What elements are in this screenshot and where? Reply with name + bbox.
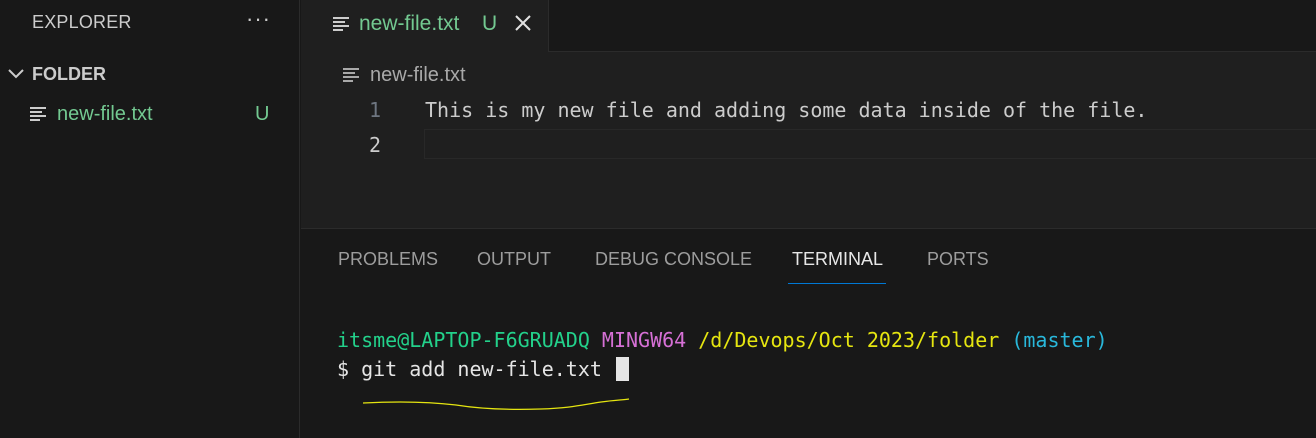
more-actions-button[interactable]: ···: [246, 6, 271, 32]
tab-terminal[interactable]: TERMINAL: [792, 249, 883, 270]
breadcrumb-file: new-file.txt: [370, 64, 466, 86]
active-tab-indicator: [788, 283, 886, 284]
terminal-path: /d/Devops/Oct 2023/folder: [698, 328, 1000, 352]
line-number: 1: [368, 98, 381, 122]
editor-tab[interactable]: new-file.txt U: [301, 0, 549, 52]
text-file-icon: [343, 68, 359, 82]
git-status-badge: U: [255, 103, 270, 125]
close-icon[interactable]: [513, 13, 533, 33]
terminal-prompt-line: itsme@LAPTOP-F6GRUADQ MINGW64 /d/Devops/…: [337, 328, 1108, 352]
explorer-title: EXPLORER: [32, 12, 132, 32]
tab-output[interactable]: OUTPUT: [477, 249, 551, 270]
folder-label: FOLDER: [32, 64, 106, 84]
text-file-icon: [30, 107, 46, 121]
vscode-window: EXPLORER ··· FOLDER new-file.txt U new-f…: [0, 0, 1316, 438]
file-tree-item[interactable]: new-file.txt U: [0, 98, 300, 132]
folder-tree-item[interactable]: FOLDER: [0, 58, 300, 90]
terminal-env: MINGW64: [601, 328, 687, 352]
terminal-branch: (master): [1011, 328, 1108, 352]
code-line[interactable]: 1 This is my new file and adding some da…: [301, 93, 1316, 127]
terminal-cursor: [615, 357, 629, 381]
terminal-user-host: itsme@LAPTOP-F6GRUADQ: [337, 328, 590, 352]
terminal-command: git add new-file.txt: [361, 357, 602, 381]
tab-debug-console[interactable]: DEBUG CONSOLE: [595, 249, 752, 270]
explorer-sidebar: EXPLORER ··· FOLDER new-file.txt U: [0, 0, 300, 438]
line-number: 2: [368, 133, 381, 157]
tab-git-badge: U: [482, 12, 498, 35]
code-line[interactable]: 2: [301, 128, 1316, 162]
line-text: This is my new file and adding some data…: [425, 98, 1148, 122]
chevron-down-icon: [8, 69, 24, 79]
editor-area[interactable]: new-file.txt 1 This is my new file and a…: [301, 52, 1316, 228]
tab-label: new-file.txt: [359, 12, 460, 35]
terminal-prompt-symbol: $: [337, 357, 350, 381]
terminal-command-line[interactable]: $ git add new-file.txt: [337, 357, 629, 381]
editor-tab-bar: new-file.txt U: [301, 0, 1316, 52]
file-name: new-file.txt: [57, 103, 153, 125]
current-line-highlight: [424, 129, 1316, 159]
tab-ports[interactable]: PORTS: [927, 249, 989, 270]
tab-problems[interactable]: PROBLEMS: [338, 249, 438, 270]
bottom-panel: PROBLEMS OUTPUT DEBUG CONSOLE TERMINAL P…: [301, 228, 1316, 438]
underline-annotation: [362, 398, 630, 410]
text-file-icon: [333, 17, 349, 31]
